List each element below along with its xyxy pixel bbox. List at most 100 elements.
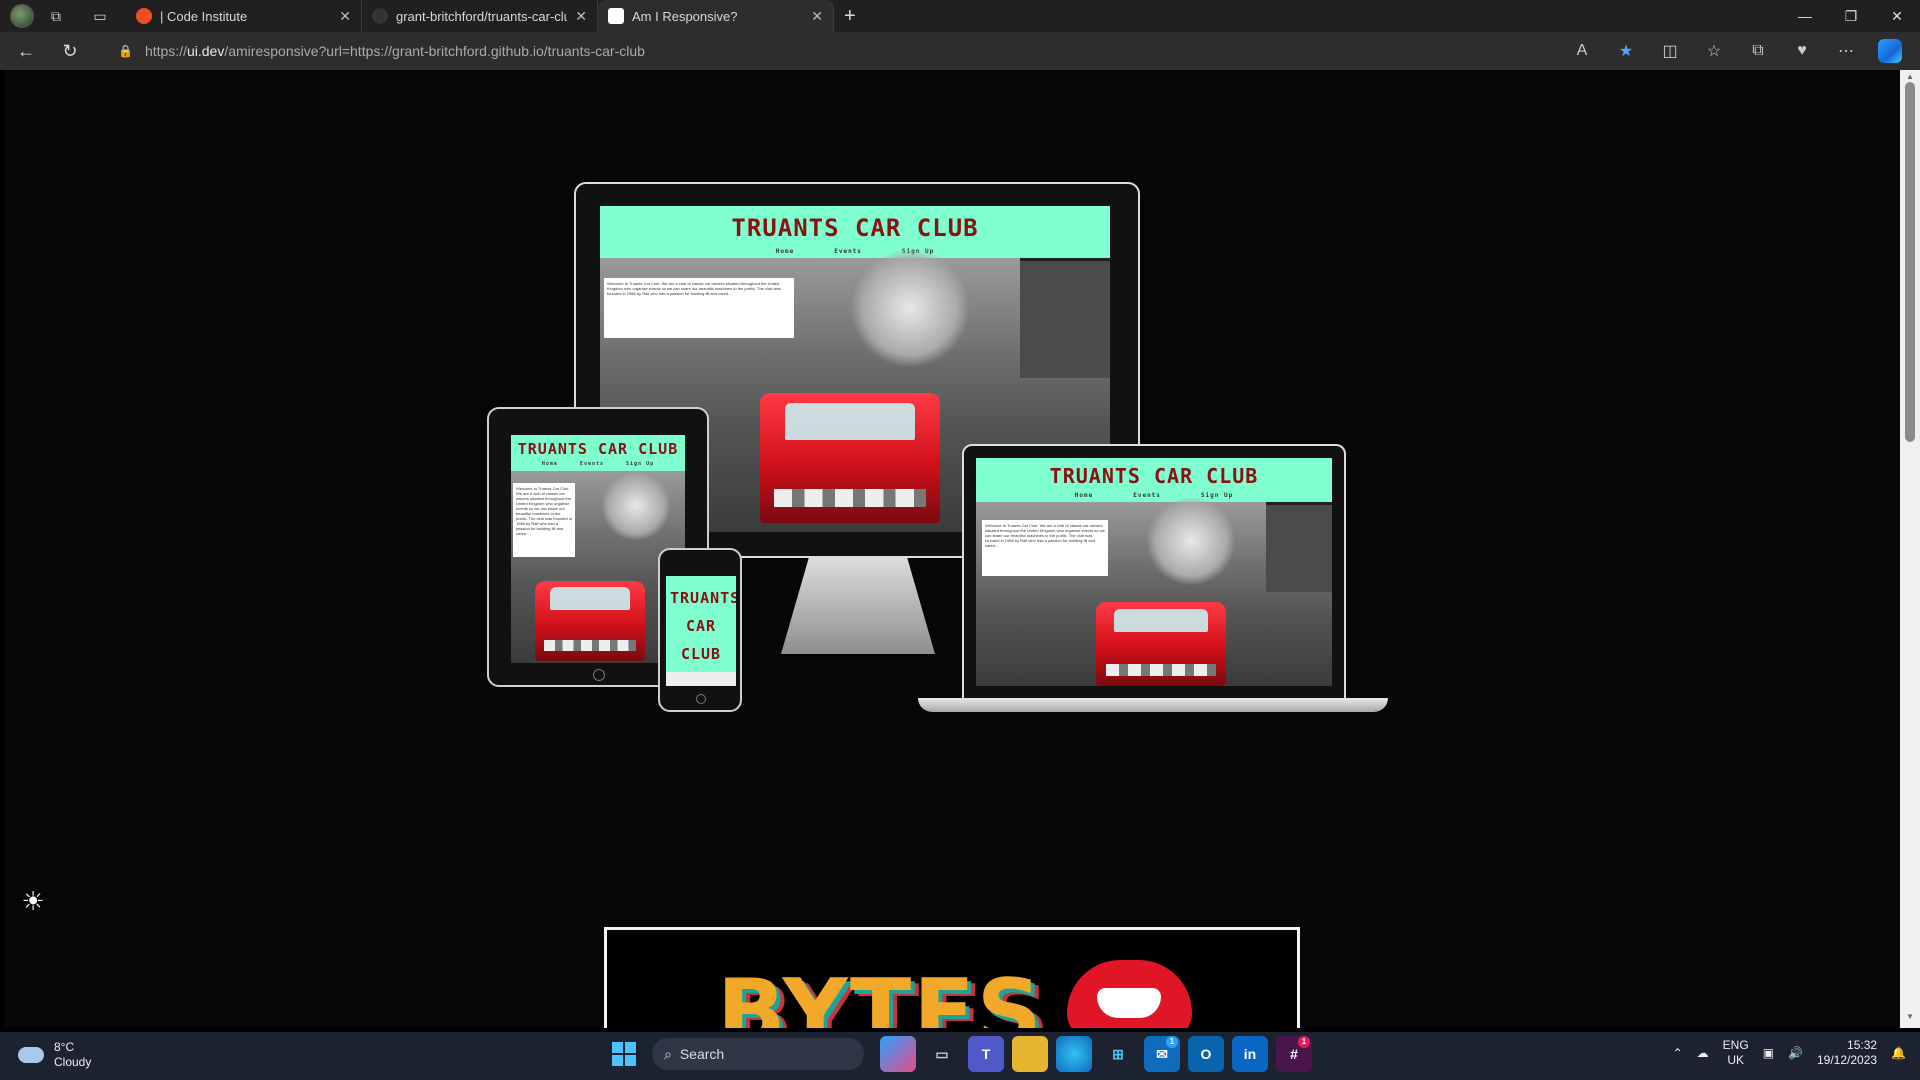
search-icon: ⌕ (664, 1045, 672, 1062)
task-view-icon[interactable]: ▭ (924, 1036, 960, 1072)
lang-bottom: UK (1727, 1053, 1745, 1067)
taskbar-apps: ⌕ Search ▭ T ⊞ ✉ 1 O in #1 (612, 1036, 1312, 1072)
copilot-app-icon[interactable] (880, 1036, 916, 1072)
browser-toolbar: A ★ ◫ ☆ ⧉ ♥ ⋯ (1560, 32, 1912, 70)
favorite-star-icon[interactable]: ★ (1604, 41, 1648, 61)
taskbar-search[interactable]: ⌕ Search (652, 1038, 864, 1070)
scroll-up-icon[interactable]: ▲ (1905, 72, 1915, 82)
close-window-icon[interactable]: ✕ (1874, 0, 1920, 32)
url-path: /amiresponsive?url=https://grant-britchf… (224, 43, 645, 59)
phone-home-button (696, 694, 706, 704)
windows-taskbar: 8°C Cloudy ⌕ Search ▭ T ⊞ ✉ 1 O in #1 ⌃ ☁… (0, 1032, 1920, 1080)
search-label: Search (679, 1046, 725, 1062)
tab-title: | Code Institute (160, 8, 248, 24)
back-icon[interactable]: ← (8, 35, 44, 67)
welcome-text: Welcome to Truants Car Club. We are a cl… (985, 523, 1105, 548)
read-aloud-icon[interactable]: A (1560, 42, 1604, 60)
welcome-box: Welcome to Truants Car Club. We are a cl… (604, 278, 794, 338)
window-controls: — ❐ ✕ (1782, 0, 1920, 32)
collections-icon[interactable]: ⧉ (1736, 42, 1780, 60)
favorites-icon[interactable]: ☆ (1692, 41, 1736, 61)
page-viewport: TRUANTS CAR CLUB Home Events Sign Up Wel… (4, 70, 1900, 1028)
profile-avatar[interactable] (10, 4, 34, 28)
phone-screen: TRUANTS CAR CLUB (666, 576, 736, 686)
copilot-icon[interactable] (1868, 39, 1912, 63)
cloud-icon (18, 1047, 44, 1063)
more-menu-icon[interactable]: ⋯ (1824, 41, 1868, 61)
close-tab-icon[interactable]: ✕ (575, 8, 587, 25)
date: 19/12/2023 (1816, 1053, 1878, 1067)
microsoft-store-icon[interactable]: ⊞ (1100, 1036, 1136, 1072)
refresh-icon[interactable]: ↻ (52, 35, 88, 67)
split-screen-icon[interactable]: ◫ (1648, 41, 1692, 61)
language-indicator[interactable]: ENG UK (1723, 1038, 1749, 1068)
lock-icon[interactable]: 🔒 (118, 44, 133, 58)
weather-widget[interactable]: 8°C Cloudy (18, 1040, 91, 1070)
tab-github[interactable]: grant-britchford/truants-car-club ✕ (362, 0, 598, 32)
phone-site-title: TRUANTS CAR CLUB (670, 589, 736, 663)
url-field[interactable]: 🔒 https://ui.dev/amiresponsive?url=https… (104, 36, 1504, 66)
phone-mockup: TRUANTS CAR CLUB (658, 548, 742, 712)
mail-badge: 1 (1166, 1036, 1178, 1048)
scroll-down-icon[interactable]: ▼ (1905, 1012, 1915, 1022)
start-windows-icon[interactable] (612, 1042, 636, 1066)
tab-bar: ⧉ ▭ | Code Institute ✕ grant-britchford/… (0, 0, 1920, 32)
laptop-screen: TRUANTS CAR CLUB Home Events Sign Up Wel… (976, 458, 1332, 686)
close-tab-icon[interactable]: ✕ (339, 8, 351, 25)
tab-title: grant-britchford/truants-car-club (396, 8, 568, 24)
scrollbar-thumb[interactable] (1905, 82, 1915, 442)
lang-top: ENG (1722, 1038, 1749, 1052)
teams-icon[interactable]: T (968, 1036, 1004, 1072)
tree-image (601, 471, 671, 541)
site-title: TRUANTS CAR CLUB (1049, 464, 1259, 488)
github-favicon-icon (372, 8, 388, 24)
restore-icon[interactable]: ❐ (1828, 0, 1874, 32)
url-prefix: https:// (144, 43, 187, 59)
onedrive-icon[interactable]: ☁ (1697, 1046, 1709, 1060)
volume-icon[interactable]: 🔊 (1788, 1046, 1803, 1060)
outlook-icon[interactable]: O (1188, 1036, 1224, 1072)
linkedin-icon[interactable]: in (1232, 1036, 1268, 1072)
clock[interactable]: 15:32 19/12/2023 (1817, 1038, 1877, 1068)
site-nav: Home Events Sign Up (511, 461, 685, 467)
close-tab-icon[interactable]: ✕ (811, 8, 823, 25)
edge-browser-icon[interactable] (1056, 1036, 1092, 1072)
browser-essentials-icon[interactable]: ♥ (1780, 42, 1824, 60)
site-header: TRUANTS CAR CLUB Home Events Sign Up (511, 435, 685, 471)
house-image (1020, 258, 1110, 378)
code-institute-favicon-icon (136, 8, 152, 24)
show-hidden-icons-chevron-icon[interactable]: ⌃ (1673, 1046, 1683, 1060)
slack-icon[interactable]: #1 (1276, 1036, 1312, 1072)
theme-toggle-sun-icon[interactable]: ☀ (19, 887, 47, 915)
system-tray: ⌃ ☁ ENG UK ▣ 🔊 15:32 19/12/2023 🔔 (1673, 1038, 1906, 1068)
lips-logo-icon (1067, 960, 1192, 1028)
time: 15:32 (1847, 1038, 1878, 1052)
site-title: TRUANTS CAR CLUB (517, 440, 679, 458)
tablet-home-button (593, 669, 605, 681)
tree-image (850, 248, 970, 368)
tab-code-institute[interactable]: | Code Institute ✕ (126, 0, 362, 32)
mail-icon[interactable]: ✉ 1 (1144, 1036, 1180, 1072)
tree-image (1146, 496, 1236, 586)
ui-dev-favicon-icon (608, 8, 624, 24)
laptop-base (918, 698, 1388, 712)
nav-home: Home (541, 461, 558, 467)
file-explorer-icon[interactable] (1012, 1036, 1048, 1072)
notifications-bell-icon[interactable]: 🔔 (1891, 1046, 1906, 1060)
nav-home: Home (1074, 492, 1094, 499)
tab-actions-icon[interactable]: ▭ (88, 4, 112, 28)
tab-am-i-responsive[interactable]: Am I Responsive? ✕ (598, 0, 834, 32)
red-mini-car-image (535, 581, 645, 661)
network-icon[interactable]: ▣ (1763, 1046, 1774, 1060)
new-tab-button[interactable]: + (844, 5, 856, 28)
laptop-mockup: TRUANTS CAR CLUB Home Events Sign Up Wel… (962, 444, 1346, 710)
welcome-box: Welcome to Truants Car Club. We are a cl… (982, 520, 1108, 576)
nav-home: Home (775, 248, 795, 255)
bytes-promo-banner[interactable]: BYTES (604, 927, 1300, 1028)
nav-signup: Sign Up (626, 461, 655, 467)
nav-events: Events (579, 461, 605, 467)
bytes-logo-text: BYTES (717, 960, 1044, 1028)
workspaces-icon[interactable]: ⧉ (44, 4, 68, 28)
weather-condition: Cloudy (54, 1055, 92, 1069)
minimize-icon[interactable]: — (1782, 0, 1828, 32)
